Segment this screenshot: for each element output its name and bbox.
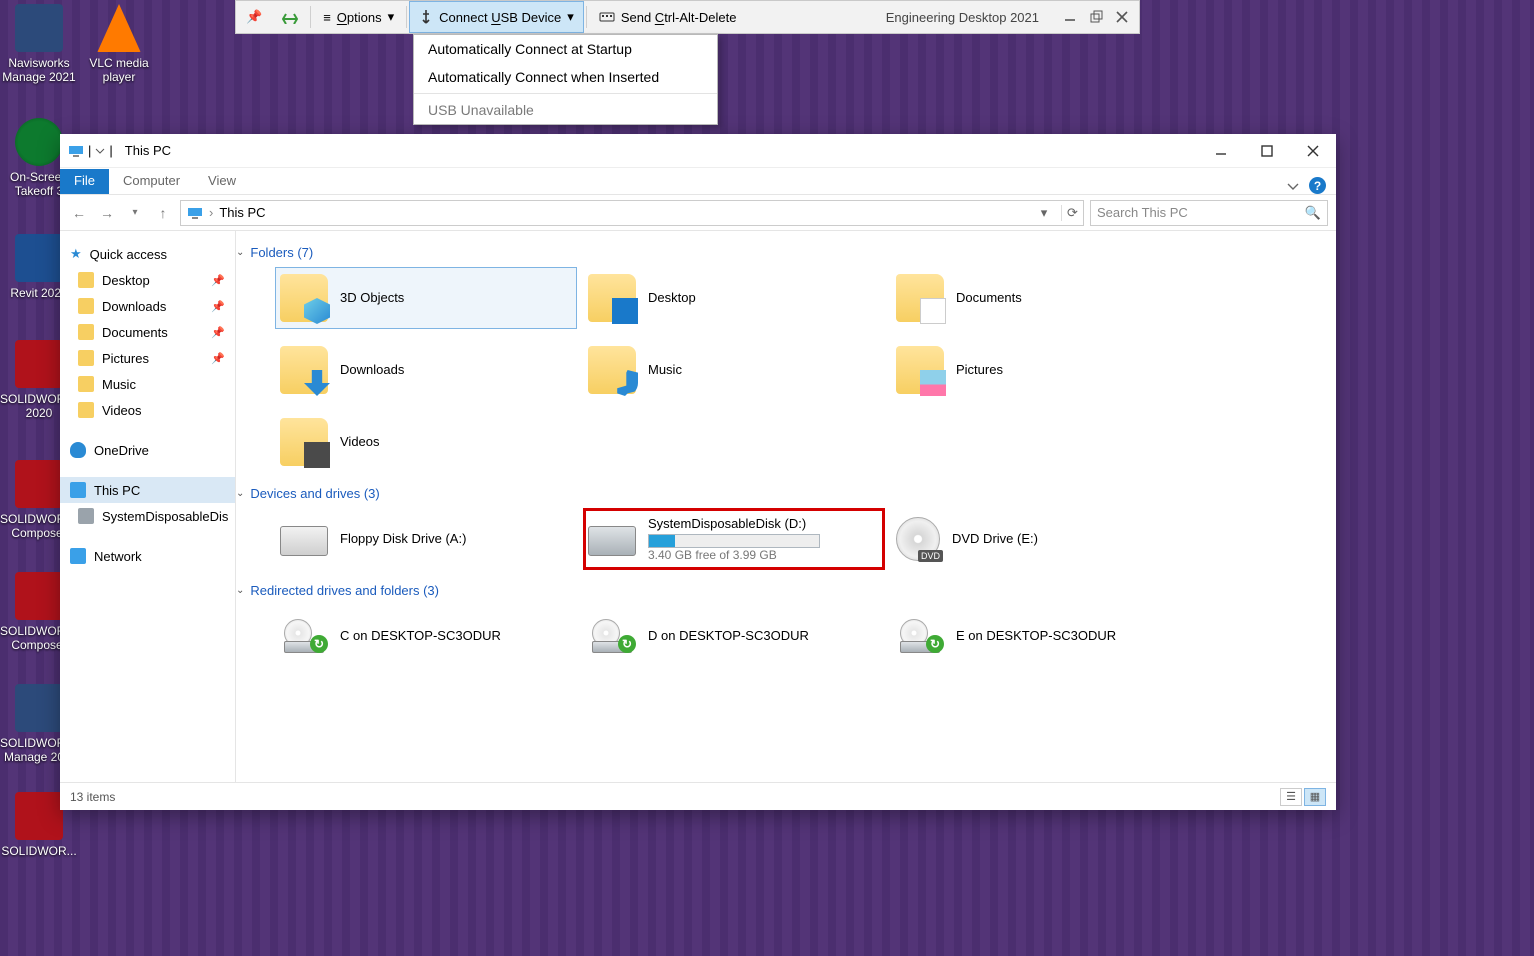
sidebar-network[interactable]: Network <box>60 543 235 569</box>
redirected-c[interactable]: ↻C on DESKTOP-SC3ODUR <box>276 606 576 666</box>
thispc-icon <box>68 143 84 159</box>
sync-icon[interactable] <box>272 1 308 33</box>
pin-icon: 📌 <box>211 274 225 287</box>
send-cad-button[interactable]: Send Ctrl-Alt-Delete <box>589 1 747 33</box>
sidebar: ★Quick access Desktop📌 Downloads📌 Docume… <box>60 231 236 782</box>
options-button[interactable]: ≡ Options ▾ <box>313 1 404 33</box>
sidebar-videos[interactable]: Videos <box>60 397 235 423</box>
view-details-button[interactable]: ☰ <box>1280 788 1302 806</box>
sidebar-desktop[interactable]: Desktop📌 <box>60 267 235 293</box>
connect-usb-button[interactable]: Connect USB Device ▾ <box>409 1 584 33</box>
ribbon: File Computer View ? <box>60 168 1336 195</box>
address-bar[interactable]: › This PC ▾ ⟳ <box>180 200 1084 226</box>
back-button[interactable]: ← <box>68 205 90 221</box>
help-icon[interactable]: ? <box>1309 177 1326 194</box>
sidebar-quick-access[interactable]: ★Quick access <box>60 241 235 267</box>
search-input[interactable]: Search This PC 🔍 <box>1090 200 1328 226</box>
minimize-button[interactable] <box>1198 134 1244 168</box>
vm-minimize-icon[interactable] <box>1063 10 1077 24</box>
content-area: ⌄Folders (7) 3D Objects Desktop Document… <box>236 231 1336 782</box>
titlebar[interactable]: | | This PC <box>60 134 1336 168</box>
usb-dropdown-menu: Automatically Connect at Startup Automat… <box>413 34 718 125</box>
group-header-folders[interactable]: ⌄Folders (7) <box>236 245 1322 260</box>
folder-documents[interactable]: Documents <box>892 268 1192 328</box>
refresh-icon[interactable]: ⟳ <box>1061 205 1083 221</box>
file-explorer-window: | | This PC File Computer View ? ← → ▾ ↑… <box>60 134 1336 810</box>
close-button[interactable] <box>1290 134 1336 168</box>
pin-icon: 📌 <box>211 352 225 365</box>
maximize-button[interactable] <box>1244 134 1290 168</box>
sidebar-onedrive[interactable]: OneDrive <box>60 437 235 463</box>
drive-floppy[interactable]: Floppy Disk Drive (A:) <box>276 509 576 569</box>
menu-usb-unavailable: USB Unavailable <box>414 96 717 124</box>
ribbon-expand-icon[interactable] <box>1287 180 1299 192</box>
status-text: 13 items <box>70 790 115 804</box>
tab-file[interactable]: File <box>60 169 109 194</box>
sidebar-pictures[interactable]: Pictures📌 <box>60 345 235 371</box>
search-icon: 🔍 <box>1305 205 1321 221</box>
desktop-icon-navisworks[interactable]: NavisworksManage 2021 <box>0 4 78 85</box>
vm-close-icon[interactable] <box>1115 10 1129 24</box>
sidebar-downloads[interactable]: Downloads📌 <box>60 293 235 319</box>
drive-dvd[interactable]: DVD Drive (E:) <box>892 509 1192 569</box>
window-title: This PC <box>125 143 171 158</box>
pin-icon[interactable]: 📌 <box>236 1 272 33</box>
sidebar-sysdisk[interactable]: SystemDisposableDis <box>60 503 235 529</box>
redirected-e[interactable]: ↻E on DESKTOP-SC3ODUR <box>892 606 1192 666</box>
folder-3dobjects[interactable]: 3D Objects <box>276 268 576 328</box>
desktop-icon-vlc[interactable]: VLC mediaplayer <box>80 4 158 85</box>
sidebar-thispc[interactable]: This PC <box>60 477 235 503</box>
drive-systemdisposable[interactable]: SystemDisposableDisk (D:) 3.40 GB free o… <box>584 509 884 569</box>
usb-icon <box>419 9 433 25</box>
nav-bar: ← → ▾ ↑ › This PC ▾ ⟳ Search This PC 🔍 <box>60 195 1336 231</box>
status-bar: 13 items ☰ ▦ <box>60 782 1336 810</box>
breadcrumb[interactable]: This PC <box>219 205 265 220</box>
thispc-icon <box>187 205 203 221</box>
folder-pictures[interactable]: Pictures <box>892 340 1192 400</box>
folder-downloads[interactable]: Downloads <box>276 340 576 400</box>
qa-dropdown-icon[interactable] <box>95 146 105 156</box>
recent-button[interactable]: ▾ <box>124 207 146 218</box>
tab-computer[interactable]: Computer <box>109 169 194 194</box>
group-header-redirected[interactable]: ⌄Redirected drives and folders (3) <box>236 583 1322 598</box>
tab-view[interactable]: View <box>194 169 250 194</box>
cad-icon <box>599 10 615 24</box>
sidebar-documents[interactable]: Documents📌 <box>60 319 235 345</box>
vmware-toolbar: 📌 ≡ Options ▾ Connect USB Device ▾ Send … <box>235 0 1140 34</box>
storage-bar <box>648 534 820 548</box>
folder-desktop[interactable]: Desktop <box>584 268 884 328</box>
forward-button[interactable]: → <box>96 205 118 221</box>
up-button[interactable]: ↑ <box>152 205 174 221</box>
folder-music[interactable]: Music <box>584 340 884 400</box>
redirected-d[interactable]: ↻D on DESKTOP-SC3ODUR <box>584 606 884 666</box>
folder-videos[interactable]: Videos <box>276 412 576 472</box>
view-tiles-button[interactable]: ▦ <box>1304 788 1326 806</box>
vm-restore-icon[interactable] <box>1089 10 1103 24</box>
address-dropdown-icon[interactable]: ▾ <box>1033 205 1055 221</box>
pin-icon: 📌 <box>211 326 225 339</box>
menu-auto-inserted[interactable]: Automatically Connect when Inserted <box>414 63 717 91</box>
vm-title: Engineering Desktop 2021 <box>886 10 1053 25</box>
sidebar-music[interactable]: Music <box>60 371 235 397</box>
group-header-devices[interactable]: ⌄Devices and drives (3) <box>236 486 1322 501</box>
pin-icon: 📌 <box>211 300 225 313</box>
menu-auto-startup[interactable]: Automatically Connect at Startup <box>414 35 717 63</box>
